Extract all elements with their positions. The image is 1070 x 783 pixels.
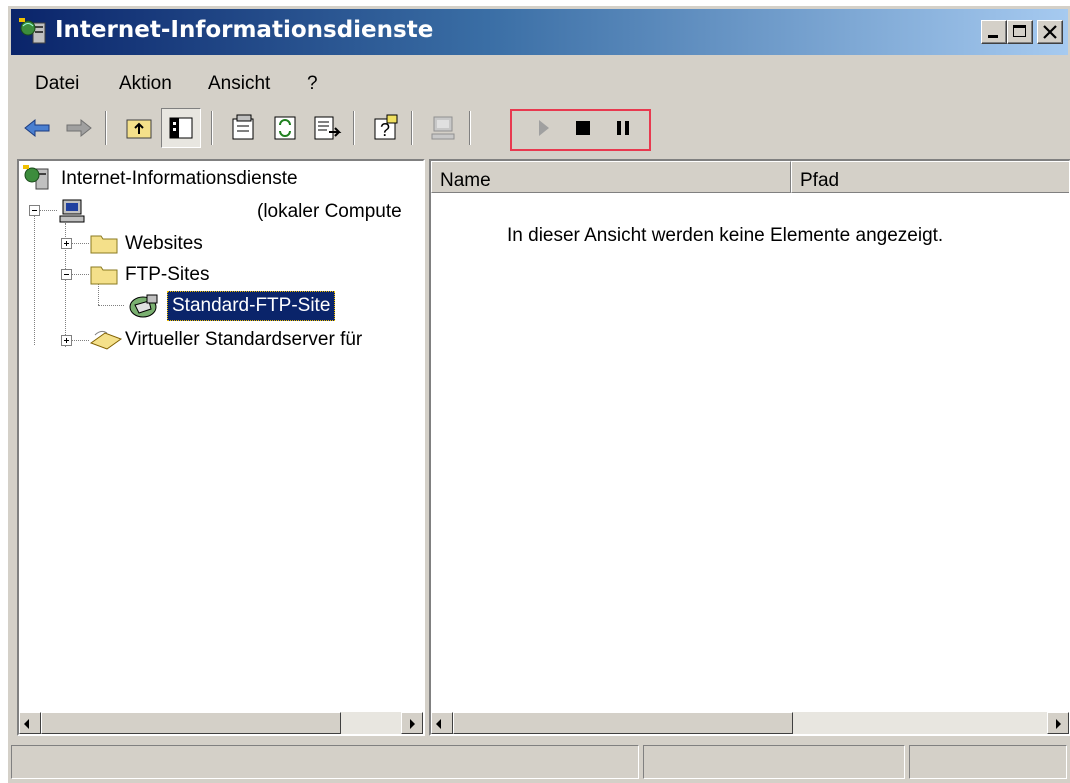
close-button[interactable] xyxy=(1037,20,1063,44)
tree-item-ftp-sites[interactable]: FTP-Sites xyxy=(125,264,209,286)
tree-pane[interactable]: Internet-Informationsdienste (lokaler Co… xyxy=(17,159,425,736)
expand-toggle[interactable] xyxy=(61,335,72,346)
show-tree-button[interactable] xyxy=(161,108,201,148)
list-pane[interactable]: Name Pfad In dieser Ansicht werden keine… xyxy=(429,159,1070,736)
stop-icon[interactable] xyxy=(565,110,601,146)
tree-line xyxy=(34,205,36,345)
toolbar-separator xyxy=(411,111,413,145)
back-arrow-icon[interactable] xyxy=(19,110,55,146)
expand-toggle[interactable] xyxy=(61,238,72,249)
tree-item-smtp[interactable]: Virtueller Standardserver für xyxy=(125,329,362,351)
menu-bar: Datei Aktion Ansicht ? xyxy=(11,59,1068,101)
maximize-icon xyxy=(1013,25,1026,37)
scroll-left-button[interactable] xyxy=(431,712,453,734)
computer-icon xyxy=(59,199,85,223)
toolbar-separator xyxy=(469,111,471,145)
scroll-right-button[interactable] xyxy=(1047,712,1069,734)
smtp-server-icon xyxy=(89,330,123,350)
ftp-site-icon xyxy=(129,294,158,318)
empty-list-message: In dieser Ansicht werden keine Elemente … xyxy=(507,225,944,246)
menu-ansicht[interactable]: Ansicht xyxy=(208,73,270,95)
collapse-toggle[interactable] xyxy=(29,205,40,216)
toolbar-separator xyxy=(353,111,355,145)
folder-icon xyxy=(90,235,118,254)
menu-datei[interactable]: Datei xyxy=(35,73,79,95)
column-header-name[interactable]: Name xyxy=(431,161,791,193)
menu-help[interactable]: ? xyxy=(307,73,318,95)
tree-horizontal-scrollbar[interactable] xyxy=(19,712,423,734)
computer-icon[interactable] xyxy=(425,110,461,146)
scroll-left-button[interactable] xyxy=(19,712,41,734)
help-icon[interactable]: ? xyxy=(367,110,403,146)
toolbar: ? xyxy=(11,105,1068,155)
menu-aktion[interactable]: Aktion xyxy=(119,73,172,95)
tree-line xyxy=(39,210,57,212)
status-bar xyxy=(11,743,1068,780)
status-pane xyxy=(643,745,905,779)
collapse-toggle[interactable] xyxy=(61,269,72,280)
tree-line xyxy=(98,305,124,307)
tree-line xyxy=(71,340,89,342)
maximize-button[interactable] xyxy=(1007,20,1033,44)
tree-item-websites[interactable]: Websites xyxy=(125,233,203,255)
iis-root-icon xyxy=(23,165,49,190)
scroll-right-button[interactable] xyxy=(401,712,423,734)
toolbar-separator xyxy=(211,111,213,145)
status-pane xyxy=(11,745,639,779)
column-header-pfad[interactable]: Pfad xyxy=(791,161,1069,193)
list-horizontal-scrollbar[interactable] xyxy=(431,712,1069,734)
tree-item-computer[interactable]: (lokaler Compute xyxy=(257,201,402,223)
show-tree-icon xyxy=(169,117,193,139)
folder-icon xyxy=(90,266,118,285)
forward-arrow-icon[interactable] xyxy=(61,110,97,146)
properties-icon[interactable] xyxy=(225,110,261,146)
window-title: Internet-Informationsdienste xyxy=(55,17,434,43)
refresh-icon[interactable] xyxy=(267,110,303,146)
minimize-icon xyxy=(988,35,998,38)
status-pane xyxy=(909,745,1067,779)
iis-app-icon xyxy=(19,18,46,44)
tree-line xyxy=(71,243,89,245)
tree-line xyxy=(71,274,89,276)
minimize-button[interactable] xyxy=(981,20,1007,44)
scroll-thumb[interactable] xyxy=(41,712,341,734)
tree-line xyxy=(98,283,100,305)
tree-item-standard-ftp-site[interactable]: Standard-FTP-Site xyxy=(167,291,336,321)
export-list-icon[interactable] xyxy=(309,110,345,146)
close-icon xyxy=(1043,25,1057,39)
start-icon[interactable] xyxy=(525,110,561,146)
title-bar[interactable]: Internet-Informationsdienste xyxy=(11,9,1068,55)
toolbar-separator xyxy=(105,111,107,145)
tree-item-root[interactable]: Internet-Informationsdienste xyxy=(61,168,298,190)
up-folder-icon[interactable] xyxy=(121,110,157,146)
pause-icon[interactable] xyxy=(605,110,641,146)
app-window: Internet-Informationsdienste Datei Aktio… xyxy=(8,6,1070,783)
scroll-thumb[interactable] xyxy=(453,712,793,734)
